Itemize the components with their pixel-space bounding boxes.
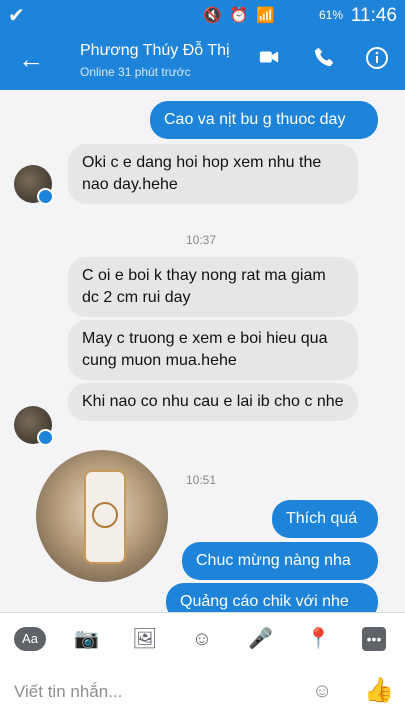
- status-icons: 🔇 ⏰ 📶: [203, 6, 275, 24]
- avatar[interactable]: [14, 406, 54, 446]
- message-outgoing[interactable]: Chuc mừng nàng nha: [182, 542, 378, 580]
- product-photo[interactable]: [36, 450, 168, 582]
- message-incoming[interactable]: Khi nao co nhu cau e lai ib cho c nhe: [68, 383, 358, 421]
- composer-toolbar: Aa 📷 🖼 ☺ 🎤 📍 •••: [0, 612, 405, 665]
- conversation-header: ← Phương Thúy Đỗ Thị Online 31 phút trướ…: [0, 30, 405, 90]
- message-input[interactable]: Viết tin nhắn...: [14, 682, 122, 702]
- wifi-icon: 📶: [256, 7, 275, 24]
- text-style-button[interactable]: Aa: [14, 627, 46, 651]
- mute-icon: 🔇: [202, 7, 222, 24]
- emoji-icon[interactable]: ☺: [312, 680, 332, 703]
- message-incoming[interactable]: Oki c e dang hoi hop xem nhu the nao day…: [68, 144, 358, 204]
- message-incoming[interactable]: May c truong e xem e boi hieu qua cung m…: [68, 320, 358, 380]
- gallery-icon[interactable]: 🖼: [132, 627, 157, 651]
- messenger-badge-icon: [37, 188, 54, 205]
- last-active: Online 31 phút trước: [80, 65, 191, 79]
- message-list[interactable]: Cao va nịt bu g thuoc day Oki c e dang h…: [0, 90, 405, 612]
- camera-icon[interactable]: 📷: [74, 627, 99, 651]
- message-incoming[interactable]: C oi e boi k thay nong rat ma giam dc 2 …: [68, 257, 358, 317]
- bottle-label-image: [92, 502, 118, 528]
- microphone-icon[interactable]: 🎤: [248, 627, 273, 651]
- video-call-icon[interactable]: [258, 46, 280, 68]
- avatar[interactable]: [14, 165, 54, 205]
- check-icon: ✔: [8, 5, 25, 27]
- location-icon[interactable]: 📍: [306, 627, 331, 651]
- composer: Viết tin nhắn... ☺ 👍: [0, 664, 405, 720]
- messenger-badge-icon: [37, 429, 54, 446]
- more-icon[interactable]: •••: [362, 627, 386, 651]
- timestamp: 10:37: [186, 233, 217, 247]
- sticker-icon[interactable]: ☺: [190, 627, 214, 651]
- alarm-icon: ⏰: [229, 7, 249, 24]
- timestamp: 10:51: [186, 473, 217, 487]
- clock: 11:46: [350, 5, 397, 26]
- like-icon[interactable]: 👍: [364, 676, 394, 705]
- status-bar: ✔ 🔇 ⏰ 📶 61% 11:46: [0, 0, 405, 30]
- message-outgoing[interactable]: Thích quá: [272, 500, 378, 538]
- battery-percent: 61%: [318, 8, 343, 22]
- message-outgoing[interactable]: Quảng cáo chik với nhe: [166, 583, 378, 612]
- info-icon[interactable]: [365, 46, 389, 70]
- phone-icon[interactable]: [313, 46, 335, 68]
- contact-name[interactable]: Phương Thúy Đỗ Thị: [80, 42, 230, 60]
- message-outgoing[interactable]: Cao va nịt bu g thuoc day: [150, 101, 378, 139]
- back-arrow-icon[interactable]: ←: [18, 44, 44, 75]
